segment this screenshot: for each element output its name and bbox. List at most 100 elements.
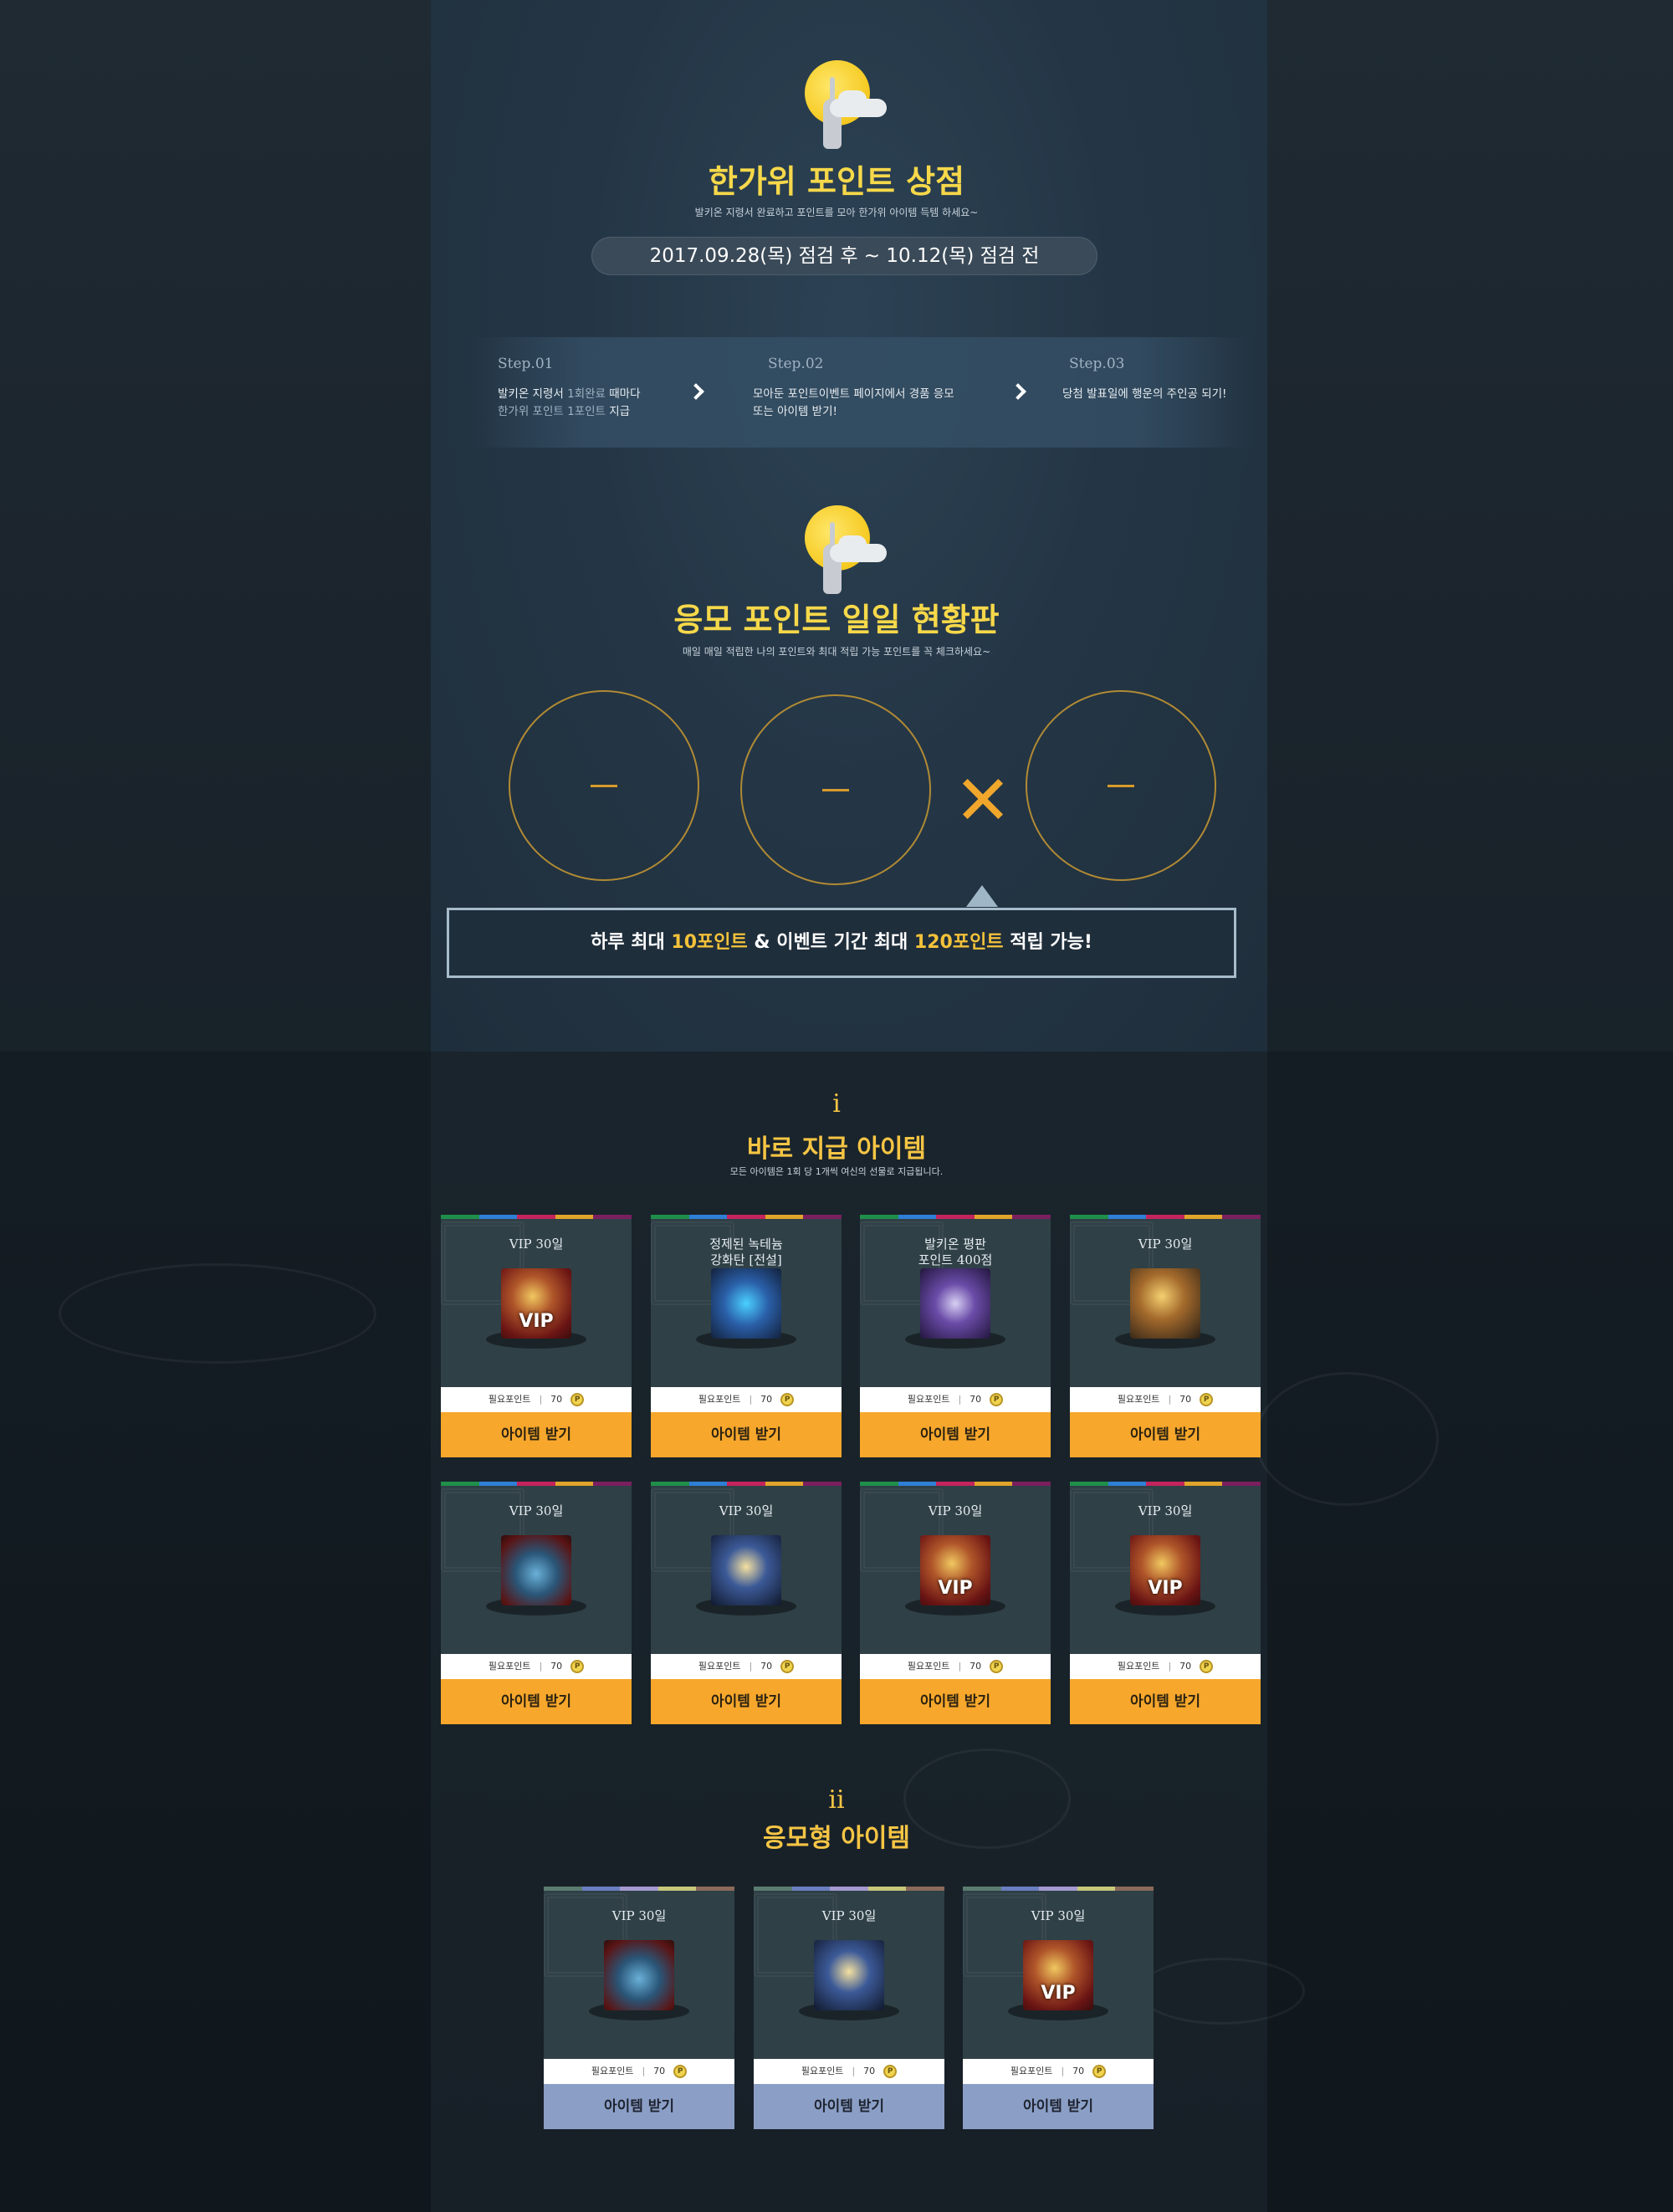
required-points: 필요포인트 | 70 P — [860, 1654, 1051, 1679]
chevron-right-icon — [688, 383, 704, 400]
blue-pouch-icon — [501, 1535, 571, 1605]
points-label: 필요포인트 — [1010, 2066, 1053, 2076]
item-name: VIP 30일 — [1138, 1237, 1193, 1252]
item-card: VIP 30일 VIP 필요포인트 | 70 P 아이템 받기 — [441, 1215, 632, 1457]
board-subtitle: 매일 매일 적립한 나의 포인트와 최대 적립 가능 포인트를 꼭 체크하세요~ — [682, 646, 991, 658]
card-color-stripe — [441, 1215, 632, 1219]
receive-item-button[interactable]: 아이템 받기 — [441, 1679, 632, 1724]
point-coin-icon: P — [780, 1660, 795, 1673]
points-label: 필요포인트 — [488, 1661, 531, 1672]
golden-key-icon — [814, 1940, 884, 2010]
moon-rabbit-icon — [786, 505, 887, 597]
required-points: 필요포인트 | 70 P — [651, 1654, 842, 1679]
my-points-value — [591, 785, 617, 787]
required-points: 필요포인트 | 70 P — [651, 1387, 842, 1412]
point-coin-icon: P — [780, 1393, 795, 1406]
item-card: VIP 30일 필요포인트 | 70 P 아이템 받기 — [651, 1482, 842, 1724]
points-value: 70 — [970, 1394, 982, 1405]
receive-item-button[interactable]: 아이템 받기 — [544, 2084, 734, 2129]
icon-label: VIP — [519, 1311, 554, 1332]
points-value: 70 — [1072, 2066, 1085, 2076]
step-02: Step.02 모아둔 포인트이벤트 페이지에서 경품 응모 또는 아이템 받기… — [753, 356, 954, 421]
moon-rabbit-icon — [786, 60, 887, 152]
required-points: 필요포인트 | 70 P — [754, 2059, 944, 2084]
item-name: 발키온 평판 포인트 400점 — [918, 1237, 993, 1267]
point-coin-icon: P — [570, 1393, 585, 1406]
point-coin-icon: P — [570, 1660, 585, 1673]
blue-pouch-icon — [604, 1940, 674, 2010]
required-points: 필요포인트 | 70 P — [1070, 1654, 1261, 1679]
receive-item-button[interactable]: 아이템 받기 — [860, 1679, 1051, 1724]
receive-item-button[interactable]: 아이템 받기 — [963, 2084, 1154, 2129]
points-label: 필요포인트 — [801, 2066, 844, 2076]
point-coin-icon: P — [1092, 2065, 1107, 2078]
vip-pouch-icon: VIP — [920, 1535, 990, 1605]
icon-label: VIP — [938, 1578, 973, 1599]
reputation-ring-icon — [920, 1268, 990, 1339]
required-points: 필요포인트 | 70 P — [1070, 1387, 1261, 1412]
item-card: VIP 30일 필요포인트 | 70 P 아이템 받기 — [754, 1887, 944, 2129]
section-subtitle: 모든 아이템은 1회 당 1개씩 여신의 선물로 지급됩니다. — [729, 1166, 944, 1177]
step-01: Step.01 발키온 지령서 1회완료 때마다 한가위 포인트 1포인트 지급 — [498, 356, 641, 421]
points-value: 70 — [970, 1661, 982, 1672]
required-points: 필요포인트 | 70 P — [441, 1654, 632, 1679]
point-coin-icon: P — [673, 2065, 688, 2078]
item-card: VIP 30일 VIP 필요포인트 | 70 P 아이템 받기 — [963, 1887, 1154, 2129]
receive-item-button[interactable]: 아이템 받기 — [1070, 1412, 1261, 1457]
receive-item-button[interactable]: 아이템 받기 — [651, 1412, 842, 1457]
card-color-stripe — [1070, 1215, 1261, 1219]
receive-item-button[interactable]: 아이템 받기 — [860, 1412, 1051, 1457]
item-name: VIP 30일 — [1138, 1503, 1193, 1518]
points-value: 70 — [550, 1661, 563, 1672]
item-name: VIP 30일 — [509, 1237, 564, 1252]
item-card: VIP 30일 VIP 필요포인트 | 70 P 아이템 받기 — [1070, 1482, 1261, 1724]
points-label: 필요포인트 — [488, 1394, 531, 1405]
enhancement-bullet-icon — [711, 1268, 781, 1339]
points-value: 70 — [1179, 1394, 1192, 1405]
icon-label: VIP — [1148, 1578, 1183, 1599]
item-name: VIP 30일 — [611, 1908, 667, 1923]
step-text: 당첨 발표일에 행운의 주인공 되기! — [1062, 387, 1227, 401]
item-card: 발키온 평판 포인트 400점 필요포인트 | 70 P 아이템 받기 — [860, 1215, 1051, 1457]
card-color-stripe — [754, 1887, 944, 1891]
max-points-circle — [1026, 690, 1216, 881]
point-coin-icon: P — [990, 1393, 1004, 1406]
receive-item-button[interactable]: 아이템 받기 — [1070, 1679, 1261, 1724]
item-card: VIP 30일 필요포인트 | 70 P 아이템 받기 — [544, 1887, 734, 2129]
item-name: VIP 30일 — [509, 1503, 564, 1518]
points-label: 필요포인트 — [1117, 1394, 1160, 1405]
receive-item-button[interactable]: 아이템 받기 — [441, 1412, 632, 1457]
cloud-ornament — [1138, 1958, 1305, 2025]
points-value: 70 — [760, 1394, 773, 1405]
points-value: 70 — [550, 1394, 563, 1405]
points-label: 필요포인트 — [698, 1394, 741, 1405]
cloud-ornament — [59, 1263, 376, 1364]
point-coin-icon: P — [1200, 1393, 1214, 1406]
required-points: 필요포인트 | 70 P — [963, 2059, 1154, 2084]
step-number: Step.01 — [498, 356, 554, 372]
point-coin-icon: P — [1200, 1660, 1214, 1673]
required-points: 필요포인트 | 70 P — [860, 1387, 1051, 1412]
receive-item-button[interactable]: 아이템 받기 — [754, 2084, 944, 2129]
card-color-stripe — [1070, 1482, 1261, 1486]
item-card: VIP 30일 VIP 필요포인트 | 70 P 아이템 받기 — [860, 1482, 1051, 1724]
card-color-stripe — [441, 1482, 632, 1486]
point-coin-icon: P — [883, 2065, 898, 2078]
page-title: 한가위 포인트 상점 — [708, 163, 965, 200]
item-name: 정제된 녹테늄 강화탄 [전설] — [709, 1237, 783, 1267]
point-coin-icon: P — [990, 1660, 1004, 1673]
points-label: 필요포인트 — [698, 1661, 741, 1672]
vip-pouch-icon: VIP — [501, 1268, 571, 1339]
points-value: 70 — [863, 2066, 876, 2076]
step-number: Step.02 — [768, 356, 824, 372]
vip-pouch-icon: VIP — [1023, 1940, 1093, 2010]
notice-pointer — [966, 885, 998, 907]
section-title: 응모형 아이템 — [762, 1824, 911, 1853]
card-color-stripe — [544, 1887, 734, 1891]
receive-item-button[interactable]: 아이템 받기 — [651, 1679, 842, 1724]
max-points-value — [1108, 785, 1134, 787]
card-color-stripe — [860, 1215, 1051, 1219]
item-name: VIP 30일 — [719, 1503, 774, 1518]
points-value: 70 — [760, 1661, 773, 1672]
points-label: 필요포인트 — [1117, 1661, 1160, 1672]
